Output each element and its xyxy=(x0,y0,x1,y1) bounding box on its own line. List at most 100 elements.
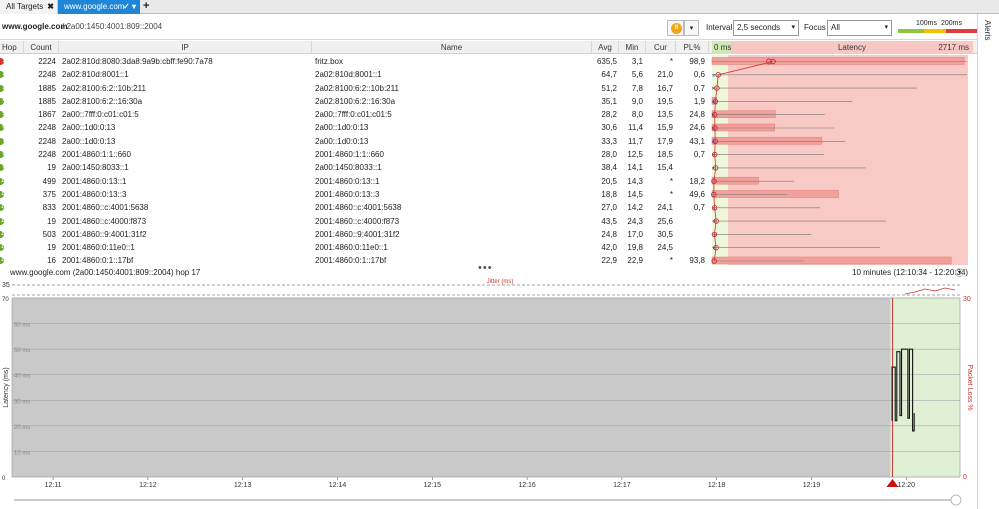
col-pl[interactable]: PL% xyxy=(676,41,709,54)
cell-count: 503 xyxy=(42,229,56,239)
x-tick-label: 12:20 xyxy=(898,482,916,489)
cell-name: 2001:4860:1:1::660 xyxy=(315,150,384,160)
cell-ip: 2a02:8100:6:2::16:30a xyxy=(62,96,143,106)
cell-min: 7,8 xyxy=(631,83,643,93)
x-tick-label: 12:17 xyxy=(613,482,631,489)
hop-number: 9 xyxy=(2,164,6,171)
col-avg[interactable]: Avg xyxy=(592,41,619,54)
table-row[interactable]: 12 833 2001:4860::c:4001:5638 2001:4860::c:… xyxy=(0,201,709,214)
col-name[interactable]: Name xyxy=(312,41,592,54)
packet-loss-bar xyxy=(711,176,759,185)
pause-dropdown-button[interactable]: ▾ xyxy=(684,20,699,36)
toolbar: www.google.com / 2a00:1450:4001:809::200… xyxy=(0,14,977,40)
packet-loss-bar xyxy=(711,256,952,265)
interval-select[interactable]: 2,5 seconds ▾ xyxy=(733,20,799,36)
cell-cur: 13,5 xyxy=(657,110,673,120)
latency-legend-bar xyxy=(898,29,977,33)
latency-bars: ×××××××××××× xyxy=(709,55,973,265)
cell-cur: 15,9 xyxy=(657,123,673,133)
cell-pl: 24,6 xyxy=(689,123,705,133)
table-row[interactable]: 14 503 2001:4860::9:4001:31f2 2001:4860::9:… xyxy=(0,228,709,241)
table-row[interactable]: 10 499 2001:4860:0:13::1 2001:4860:0:13::1 2… xyxy=(0,175,709,188)
hop-number: 15 xyxy=(0,244,8,251)
table-row[interactable]: 13 19 2001:4860::c:4000:f873 2001:4860::c:4… xyxy=(0,215,709,228)
table-row[interactable]: 6 2248 2a00::1d0:0:13 2a00::1d0:0:13 30,6 11,… xyxy=(0,121,709,134)
x-tick-label: 12:13 xyxy=(234,482,252,489)
table-row[interactable]: 11 375 2001:4860:0:13::3 2001:4860:0:13::3 1… xyxy=(0,188,709,201)
close-icon[interactable]: ✖ xyxy=(47,0,54,14)
cell-cur: 25,6 xyxy=(657,216,673,226)
y-tick-label: 10 ms xyxy=(14,450,30,456)
table-header: Hop Count IP Name Avg Min Cur PL% 0 ms L… xyxy=(0,41,977,54)
cell-ip: 2a02:8100:6:2::10b:211 xyxy=(62,83,146,93)
cell-count: 2248 xyxy=(38,123,56,133)
packet-loss-bar xyxy=(711,137,823,145)
cell-count: 2224 xyxy=(38,57,56,66)
cell-cur: 24,1 xyxy=(657,203,673,213)
tab-all-targets[interactable]: All Targets ✖ xyxy=(0,0,58,14)
table-row[interactable]: 3 1885 2a02:8100:6:2::10b:211 2a02:8100:6:2… xyxy=(0,82,709,95)
alerts-panel[interactable] xyxy=(977,14,999,509)
no-data-region xyxy=(12,298,891,477)
cell-cur: 24,5 xyxy=(657,243,673,253)
x-tick-label: 12:19 xyxy=(803,482,821,489)
col-latency[interactable]: 0 ms Latency 2717 ms xyxy=(709,41,973,54)
focus-select[interactable]: All ▾ xyxy=(827,20,892,36)
cell-min: 14,2 xyxy=(627,203,643,213)
cell-count: 19 xyxy=(47,243,56,253)
current-latency-marker: × xyxy=(712,73,716,79)
hop-number: 12 xyxy=(0,204,8,211)
cell-pl: 43,1 xyxy=(689,136,705,146)
cell-cur: 15,4 xyxy=(657,163,673,173)
hop-number: 10 xyxy=(0,177,8,184)
col-min[interactable]: Min xyxy=(619,41,646,54)
y2-tick-label: 0 xyxy=(963,474,967,481)
table-row[interactable]: 1 2224 2a02:810d:8080:3da8:9a9b:cbff:fe90:… xyxy=(0,55,709,68)
cell-cur: * xyxy=(669,176,673,186)
col-ip[interactable]: IP xyxy=(59,41,312,54)
cell-ip: 2001:4860:1:1::660 xyxy=(62,150,131,160)
legend-good xyxy=(898,29,924,33)
cell-cur: * xyxy=(669,57,673,66)
x-tick-label: 12:16 xyxy=(518,482,536,489)
legend-warn xyxy=(924,29,946,33)
cell-count: 19 xyxy=(47,163,56,173)
pause-button[interactable]: II xyxy=(667,20,684,36)
cell-ip: 2001:4860:0:11e0::1 xyxy=(62,243,135,253)
hop-number: 11 xyxy=(0,190,8,197)
cell-name: 2a02:8100:6:2::16:30a xyxy=(315,96,396,106)
legend-bad xyxy=(946,29,977,33)
y-tick-label: 40 ms xyxy=(14,374,30,380)
col-hop[interactable]: Hop xyxy=(0,41,24,54)
focus-value: All xyxy=(831,23,840,32)
col-cur[interactable]: Cur xyxy=(646,41,676,54)
tab-google[interactable]: www.google.com ✓ ▾ xyxy=(58,0,140,14)
add-tab-button[interactable]: + xyxy=(143,0,149,13)
cell-min: 17,0 xyxy=(627,229,643,239)
table-row[interactable]: 7 2248 2a00::1d0:0:13 2a00::1d0:0:13 33,3 11,… xyxy=(0,135,709,148)
cell-min: 24,3 xyxy=(627,216,643,226)
time-range-label: 10 minutes (12:10:34 - 12:20:34) xyxy=(852,268,969,277)
focus-label: Focus xyxy=(804,23,826,32)
legend-100ms: 100ms xyxy=(916,20,938,27)
cell-cur: 30,5 xyxy=(657,229,673,239)
jitter-max-label: 35 xyxy=(2,282,10,289)
table-row[interactable]: 15 19 2001:4860:0:11e0::1 2001:4860:0:11e0:… xyxy=(0,241,709,254)
col-count[interactable]: Count xyxy=(24,41,59,54)
time-scrollbar-thumb[interactable] xyxy=(950,494,962,506)
tab-menu-icon[interactable]: ✓ ▾ xyxy=(123,0,136,14)
table-row[interactable]: 5 1867 2a00::7fff:0:c01:c01:5 2a00::7fff:0:… xyxy=(0,108,709,121)
table-row[interactable]: 8 2248 2001:4860:1:1::660 2001:4860:1:1::66… xyxy=(0,148,709,161)
table-row[interactable]: 2 2248 2a02:810d:8001::1 2a02:810d:8001::1 6… xyxy=(0,68,709,81)
hop-number: 13 xyxy=(0,217,8,224)
cell-pl: 49,6 xyxy=(689,189,705,199)
cell-name: 2001:4860:0:13::3 xyxy=(315,189,380,199)
cell-count: 19 xyxy=(47,216,56,226)
chevron-down-icon[interactable]: ▾ xyxy=(955,268,964,277)
cell-ip: 2a00::1d0:0:13 xyxy=(62,136,116,146)
jitter-line xyxy=(904,287,956,295)
cell-ip: 2001:4860::9:4001:31f2 xyxy=(62,229,147,239)
packet-loss-bar xyxy=(711,57,965,65)
table-row[interactable]: 9 19 2a00:1450:8033::1 2a00:1450:8033::1 38,… xyxy=(0,161,709,174)
table-row[interactable]: 4 1885 2a02:8100:6:2::16:30a 2a02:8100:6:2:… xyxy=(0,95,709,108)
